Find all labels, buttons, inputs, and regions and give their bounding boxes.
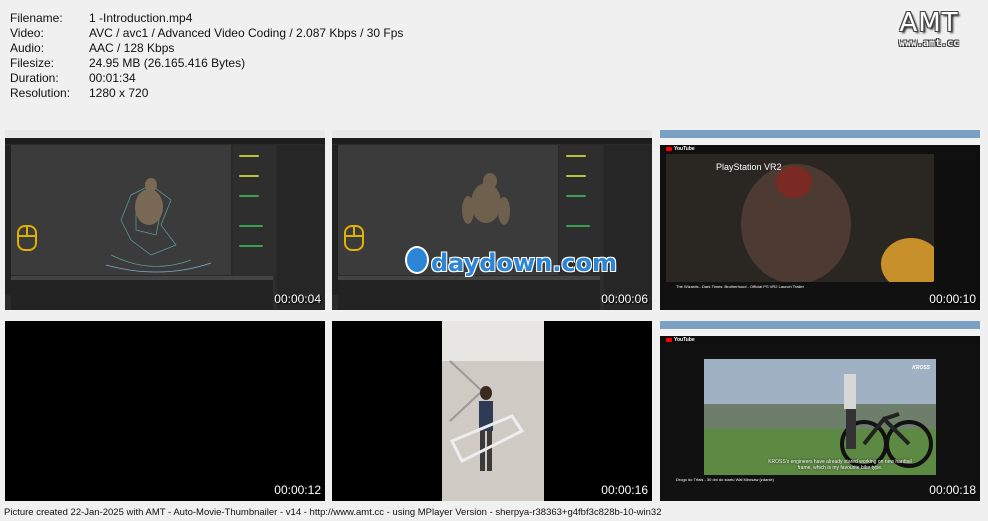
address-bar	[660, 138, 980, 145]
youtube-logo: YouTube	[666, 337, 695, 343]
info-row: Filename: 1 -Introduction.mp4	[10, 11, 403, 26]
timestamp: 00:00:04	[274, 292, 321, 306]
logo-url: www.amt.cc	[898, 38, 960, 49]
thumbnail-5[interactable]: 00:00:16	[332, 321, 652, 501]
logo-title: AMT	[899, 8, 959, 38]
info-value: AAC / 128 Kbps	[89, 41, 175, 55]
youtube-logo: YouTube	[666, 146, 695, 152]
timeline-header	[11, 276, 273, 280]
video-frame	[442, 321, 544, 501]
model-figure	[105, 178, 212, 273]
brand-logo: KROSS	[912, 365, 930, 371]
menu-bar	[332, 138, 652, 144]
side-panel	[233, 145, 275, 295]
window-titlebar	[5, 130, 325, 138]
watermark: daydown.com	[405, 246, 617, 277]
info-value: 1 -Introduction.mp4	[89, 11, 193, 25]
viewport	[11, 145, 231, 275]
thumbnail-3[interactable]: YouTube PlayStation VR2 The Wizards - Da…	[660, 130, 980, 310]
drop-icon	[405, 246, 429, 274]
info-key: Filesize:	[10, 56, 55, 70]
subtitle: KROSS's engineers have already stared wo…	[768, 459, 912, 471]
thumbnail-6[interactable]: YouTube KROSS KROSS's engineers have alr…	[660, 321, 980, 501]
playstation-logo: PlayStation VR2	[716, 162, 782, 172]
file-info: Filename: 1 -Introduction.mp4 Video: AVC /…	[10, 11, 403, 101]
amt-logo: AMT www.amt.cc	[884, 8, 974, 49]
info-key: Video:	[10, 26, 44, 40]
youtube-header	[660, 336, 980, 344]
info-value: AVC / avc1 / Advanced Video Coding / 2.0…	[89, 26, 404, 40]
info-key: Duration:	[10, 71, 59, 85]
info-value: 00:01:34	[89, 71, 136, 85]
timestamp: 00:00:12	[274, 483, 321, 497]
menu-bar	[5, 138, 325, 144]
thumbnail-4[interactable]: 00:00:12	[5, 321, 325, 501]
browser-tabs	[660, 130, 980, 138]
footer-text: Picture created 22-Jan-2025 with AMT - A…	[4, 507, 662, 518]
info-key: Resolution:	[10, 86, 71, 100]
info-row: Resolution: 1280 x 720	[10, 86, 403, 101]
address-bar	[660, 329, 980, 336]
info-row: Audio: AAC / 128 Kbps	[10, 41, 403, 56]
video-frame	[666, 154, 934, 282]
thumbnail-1[interactable]: 00:00:04	[5, 130, 325, 310]
thumbnail-2[interactable]: daydown.com 00:00:06	[332, 130, 652, 310]
properties-panel	[604, 145, 652, 310]
timestamp: 00:00:10	[929, 292, 976, 306]
browser-tabs	[660, 321, 980, 329]
timestamp: 00:00:18	[929, 483, 976, 497]
info-value: 1280 x 720	[89, 86, 149, 100]
mouse-icon	[344, 225, 364, 251]
timestamp: 00:00:06	[601, 292, 648, 306]
info-row: Video: AVC / avc1 / Advanced Video Coding…	[10, 26, 403, 41]
watermark-text: daydown.com	[431, 249, 618, 277]
timestamp: 00:00:16	[601, 483, 648, 497]
info-key: Filename:	[10, 11, 63, 25]
video-player[interactable]: KROSS KROSS's engineers have already sta…	[704, 359, 936, 475]
info-row: Duration: 00:01:34	[10, 71, 403, 86]
timeline	[338, 276, 600, 310]
video-frame	[704, 359, 936, 475]
info-row: Filesize: 24.95 MB (26.165.416 Bytes)	[10, 56, 403, 71]
window-titlebar	[332, 130, 652, 138]
properties-panel	[277, 145, 325, 310]
mouse-icon	[17, 225, 37, 251]
timeline	[11, 276, 273, 310]
video-title: Drogo do Trfais - 30 dni do startu Wal M…	[676, 477, 774, 482]
youtube-header	[660, 145, 980, 153]
video-player[interactable]: PlayStation VR2	[666, 154, 934, 282]
info-key: Audio:	[10, 41, 45, 55]
info-value: 24.95 MB (26.165.416 Bytes)	[89, 56, 246, 70]
sidebar	[936, 154, 980, 310]
video-title: The Wizards - Dark Times: Brotherhood - …	[676, 284, 804, 289]
